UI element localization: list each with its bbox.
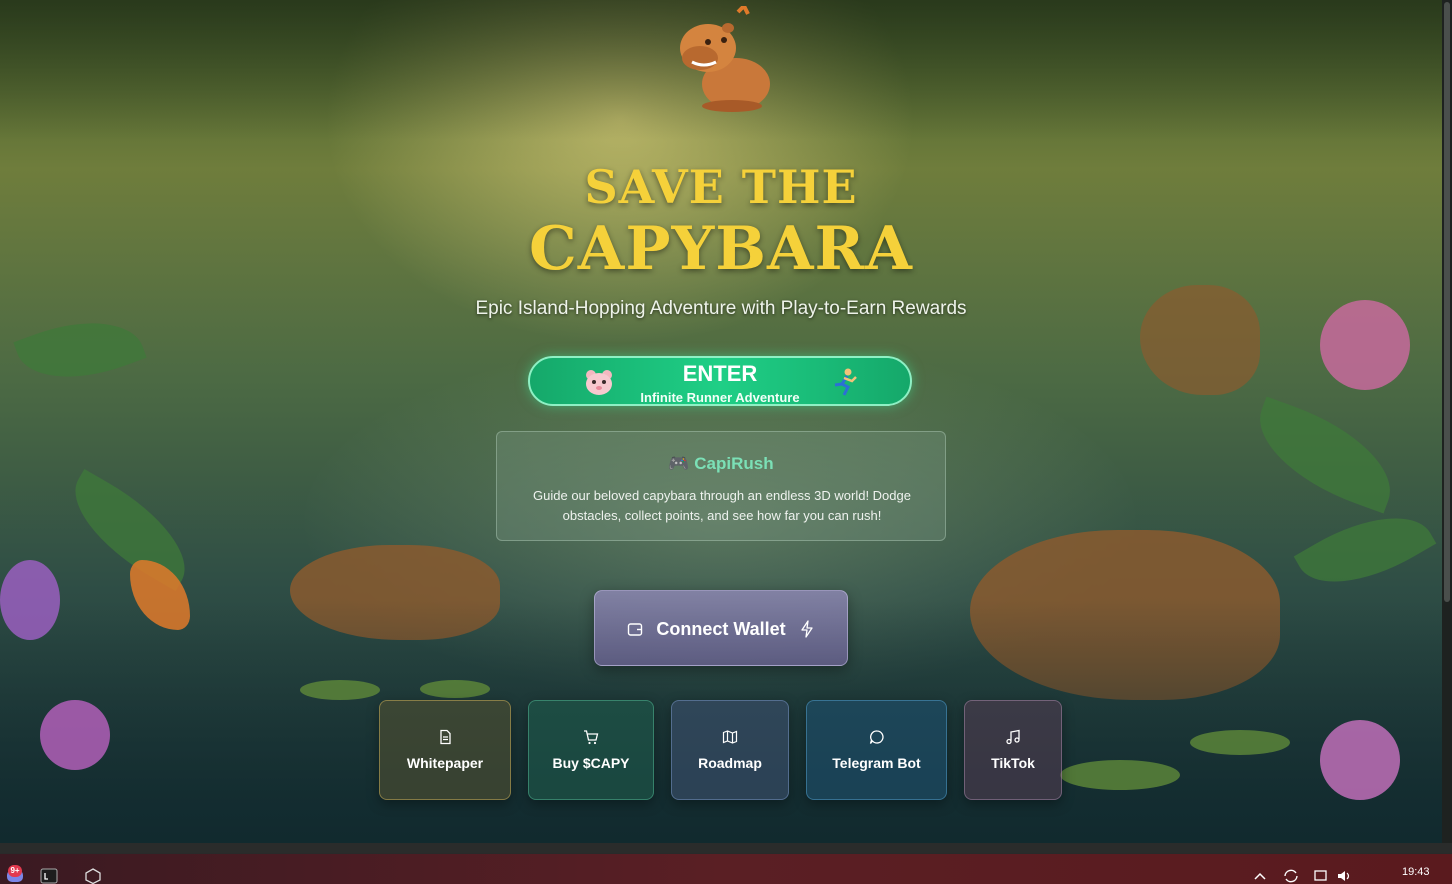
scrollbar-thumb[interactable] <box>1444 2 1450 602</box>
roadmap-link[interactable]: Roadmap <box>671 700 789 800</box>
enter-game-button[interactable]: ENTER Infinite Runner Adventure <box>528 356 912 406</box>
telegram-bot-label: Telegram Bot <box>832 755 921 771</box>
game-name: CapiRush <box>694 454 774 473</box>
page-viewport: SAVE THE CAPYBARA Epic Island-Hopping Ad… <box>0 0 1442 843</box>
roadmap-label: Roadmap <box>698 755 762 771</box>
lily-pad <box>1190 730 1290 755</box>
chat-icon <box>869 730 884 744</box>
background-leaf <box>1242 396 1408 514</box>
tiktok-label: TikTok <box>991 755 1035 771</box>
game-card-title: 🎮 CapiRush <box>497 454 945 474</box>
buy-capy-label: Buy $CAPY <box>552 755 630 771</box>
lotus-flower <box>0 560 60 640</box>
window-bottom-edge <box>0 843 1452 853</box>
hero-title-line1: SAVE THE <box>584 160 858 214</box>
whitepaper-label: Whitepaper <box>406 755 484 771</box>
connect-wallet-button[interactable]: Connect Wallet <box>594 590 848 666</box>
notification-badge: 9+ <box>8 865 22 877</box>
lotus-flower <box>1320 720 1400 800</box>
page-scrollbar[interactable] <box>1442 0 1452 843</box>
game-description: Guide our beloved capybara through an en… <box>533 488 911 523</box>
telegram-bot-link[interactable]: Telegram Bot <box>806 700 947 800</box>
music-icon <box>1006 729 1020 745</box>
cart-icon <box>584 730 599 745</box>
tiktok-link[interactable]: TikTok <box>964 700 1062 800</box>
taskbar-clock[interactable]: 19:43 <box>1402 866 1430 878</box>
gamepad-icon: 🎮 <box>668 454 690 473</box>
network-icon[interactable] <box>1313 868 1331 884</box>
hero-title-line2: CAPYBARA <box>529 214 913 284</box>
map-icon <box>722 730 738 744</box>
hero-subtitle: Epic Island-Hopping Adventure with Play-… <box>475 298 967 319</box>
runner-icon <box>834 368 857 396</box>
lotus-flower <box>40 700 110 770</box>
capybara-mascot-logo <box>680 6 770 112</box>
os-taskbar: 9+ 19:43 <box>0 853 1452 884</box>
cube-app-icon[interactable] <box>84 868 102 884</box>
chevron-up-icon[interactable] <box>1251 868 1269 884</box>
lily-pad <box>300 680 380 700</box>
game-card: 🎮 CapiRush Guide our beloved capybara th… <box>496 431 946 541</box>
volume-icon[interactable] <box>1336 868 1354 884</box>
sync-icon[interactable] <box>1282 868 1300 884</box>
background-leaf <box>1293 491 1437 609</box>
lily-pad <box>420 680 490 698</box>
terminal-icon[interactable] <box>40 868 58 884</box>
document-icon <box>440 729 451 745</box>
whitepaper-link[interactable]: Whitepaper <box>379 700 511 800</box>
lily-pad <box>1060 760 1180 790</box>
buy-capy-link[interactable]: Buy $CAPY <box>528 700 654 800</box>
lightning-icon <box>801 620 813 638</box>
